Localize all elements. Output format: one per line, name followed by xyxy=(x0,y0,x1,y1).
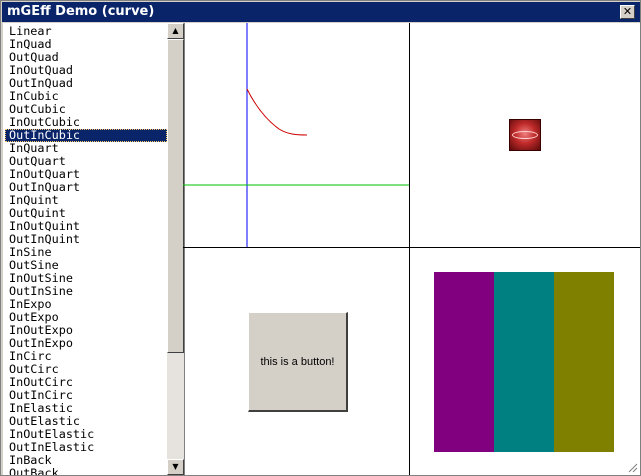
scroll-down-arrow-icon: ▼ xyxy=(172,462,179,471)
color-block-teal xyxy=(494,272,554,452)
panel-divider-vertical xyxy=(409,23,410,475)
client-area: Linear InQuad OutQuad InOutQuad OutInQuad InC… xyxy=(3,23,640,475)
scroll-up-arrow-icon: ▲ xyxy=(172,26,179,35)
sprite-mark xyxy=(512,131,538,139)
demo-button[interactable]: this is a button! xyxy=(248,312,348,412)
close-button[interactable]: ✕ xyxy=(620,5,635,19)
list-item[interactable]: OutBack xyxy=(5,467,167,476)
list-items-container: Linear InQuad OutQuad InOutQuad OutInQuad InC… xyxy=(5,25,167,475)
vertical-scrollbar[interactable]: ▲ ▼ xyxy=(167,23,184,475)
scroll-thumb[interactable] xyxy=(167,39,184,353)
curve-plot xyxy=(183,23,409,247)
app-window: mGEff Demo (curve) ✕ Linear InQuad OutQuad… xyxy=(0,0,641,476)
logo-sprite-icon xyxy=(509,119,541,151)
curve-panel xyxy=(183,23,409,247)
title-bar[interactable]: mGEff Demo (curve) ✕ xyxy=(2,2,640,22)
window-title: mGEff Demo (curve) xyxy=(7,4,155,19)
color-block-purple xyxy=(434,272,494,452)
demo-panels: this is a button! xyxy=(183,23,640,475)
panel-divider-horizontal xyxy=(183,247,640,248)
close-icon: ✕ xyxy=(622,5,633,18)
scroll-up-button[interactable]: ▲ xyxy=(167,23,184,39)
scroll-down-button[interactable]: ▼ xyxy=(167,459,184,475)
curve-type-list[interactable]: Linear InQuad OutQuad InOutQuad OutInQuad InC… xyxy=(5,23,185,475)
easing-curve xyxy=(246,88,308,136)
color-block-olive xyxy=(554,272,614,452)
resize-grip-icon[interactable] xyxy=(626,461,638,473)
